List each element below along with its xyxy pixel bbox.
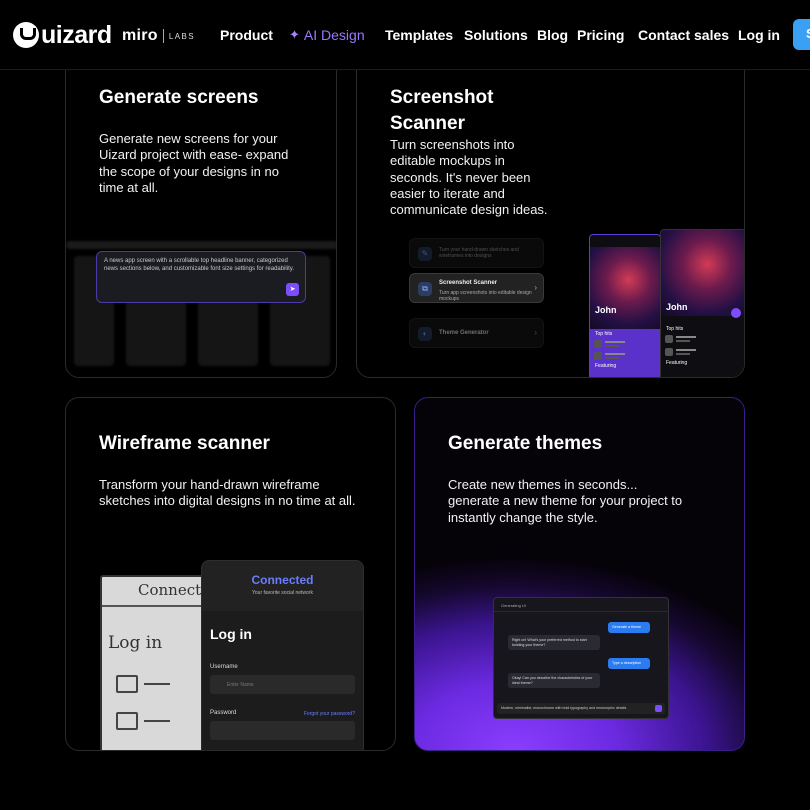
logo-text: uizard — [41, 21, 112, 49]
app-brand: Connected — [251, 573, 314, 587]
sign-up-button[interactable]: S — [793, 19, 810, 50]
card-title-line1: Screenshot — [390, 87, 494, 108]
card-generate-themes[interactable]: Generate themes Create new themes in sec… — [414, 397, 745, 751]
uizard-logo[interactable]: uizard — [13, 22, 112, 48]
sketch-title: Connecte — [138, 581, 211, 599]
card-title-line2: Scanner — [390, 113, 465, 134]
menu-item-sub: Turn app screenshots into editable desig… — [439, 290, 532, 302]
featuring-label: Featuring — [595, 363, 617, 369]
username-placeholder: Enter Name — [227, 682, 254, 688]
nav-blog[interactable]: Blog — [537, 26, 568, 44]
partner-labs: LABS — [168, 31, 195, 41]
forgot-password-link[interactable]: Forgot your password? — [304, 711, 355, 717]
card-title: Generate screens — [99, 87, 259, 108]
password-field[interactable] — [210, 721, 355, 740]
username-field[interactable]: Enter Name — [210, 675, 355, 694]
app-tagline: Your favorite social network — [252, 590, 313, 596]
uizard-logo-icon — [13, 22, 39, 48]
card-screenshot-scanner[interactable]: Screenshot Scanner Turn screenshots into… — [356, 40, 745, 378]
card-wireframe-scanner[interactable]: Wireframe scanner Transform your hand-dr… — [65, 397, 396, 751]
chat-window: Generating UI Generate a theme Right on!… — [493, 597, 669, 719]
chat-input-text: Modern, minimalist, monochrome with bold… — [501, 706, 627, 710]
track-row — [665, 334, 741, 344]
card-title: Wireframe scanner — [99, 433, 270, 454]
login-title: Log in — [210, 626, 252, 642]
chevron-right-icon: › — [534, 328, 537, 337]
card-description: Turn screenshots into editable mockups i… — [390, 137, 548, 218]
prompt-text: A news app screen with a scrollable top … — [104, 258, 294, 272]
sketch-icon: ✎ — [418, 247, 432, 261]
sketch-icon-box — [116, 675, 138, 693]
featuring-label: Featuring — [666, 360, 688, 366]
chevron-right-icon: › — [534, 283, 537, 292]
nav-templates[interactable]: Templates — [385, 26, 453, 44]
menu-item-title: Theme Generator — [439, 330, 489, 336]
card-description: Transform your hand-drawn wireframe sket… — [99, 477, 356, 509]
miro-labs-badge: miro LABS — [122, 27, 195, 45]
login-mockup: Connected Your favorite social network L… — [201, 560, 364, 750]
assistant-message: Right on! What's your preferred method t… — [508, 635, 600, 651]
track-row — [594, 351, 656, 361]
send-icon[interactable]: ➤ — [286, 283, 299, 296]
nav-ai-design-label: AI Design — [303, 27, 365, 43]
password-label: Password — [210, 710, 237, 716]
menu-item-wireframe[interactable]: ✎ Turn your hand-drawn sketches and wire… — [409, 238, 544, 268]
prompt-box[interactable]: A news app screen with a scrollable top … — [96, 251, 306, 303]
play-icon — [731, 308, 741, 318]
top-hits-label: Top hits — [595, 331, 613, 337]
sketch-line — [144, 683, 170, 685]
partner-name: miro — [122, 27, 158, 44]
sketch-login: Log in — [108, 633, 163, 653]
top-hits-label: Top hits — [666, 326, 684, 332]
scan-icon: ⧉ — [418, 282, 432, 296]
nav-log-in[interactable]: Log in — [738, 26, 780, 44]
palette-icon: ◐ — [418, 327, 432, 341]
artist-name: John — [595, 305, 617, 315]
nav-solutions[interactable]: Solutions — [464, 26, 528, 44]
phone-mockup: John Top hits Featuring — [660, 229, 744, 377]
partner-divider — [162, 29, 164, 43]
chat-header: Generating UI — [494, 598, 668, 612]
menu-item-title: Screenshot Scanner — [439, 280, 498, 286]
user-message: Generate a theme — [608, 622, 650, 633]
sparkle-icon: ✦ — [289, 27, 300, 42]
card-description: Generate new screens for your Uizard pro… — [99, 131, 289, 195]
menu-item-screenshot-scanner[interactable]: ⧉ Screenshot Scanner Turn app screenshot… — [409, 273, 544, 303]
assistant-message: Okay! Can you describe the characteristi… — [508, 673, 600, 689]
phone-screenshot: John Top hits Featuring — [589, 234, 661, 377]
menu-item-theme-generator[interactable]: ◐ Theme Generator › — [409, 318, 544, 348]
artist-photo — [590, 247, 660, 329]
track-row — [594, 339, 656, 349]
card-title: Generate themes — [448, 433, 603, 454]
chat-header-title: Generating UI — [501, 603, 526, 608]
sketch-line — [144, 720, 170, 722]
card-description: Create new themes in seconds... generate… — [448, 477, 683, 525]
sketch-icon-box — [116, 712, 138, 730]
card-generate-screens[interactable]: Generate screens Generate new screens fo… — [65, 40, 337, 378]
user-message: Type a description — [608, 658, 650, 669]
top-navigation: uizard miro LABS Product ✦ AI Design Tem… — [0, 0, 810, 70]
nav-contact-sales[interactable]: Contact sales — [638, 26, 729, 44]
track-row — [665, 347, 741, 357]
nav-ai-design[interactable]: ✦ AI Design — [289, 26, 365, 44]
menu-item-sub: Turn your hand-drawn sketches and wirefr… — [439, 247, 519, 259]
username-label: Username — [210, 664, 238, 670]
send-icon[interactable] — [655, 705, 662, 712]
nav-product[interactable]: Product — [220, 26, 273, 44]
artist-name: John — [666, 302, 688, 312]
nav-pricing[interactable]: Pricing — [577, 26, 624, 44]
chat-input[interactable]: Modern, minimalist, monochrome with bold… — [497, 703, 665, 714]
preview-row — [66, 241, 336, 249]
